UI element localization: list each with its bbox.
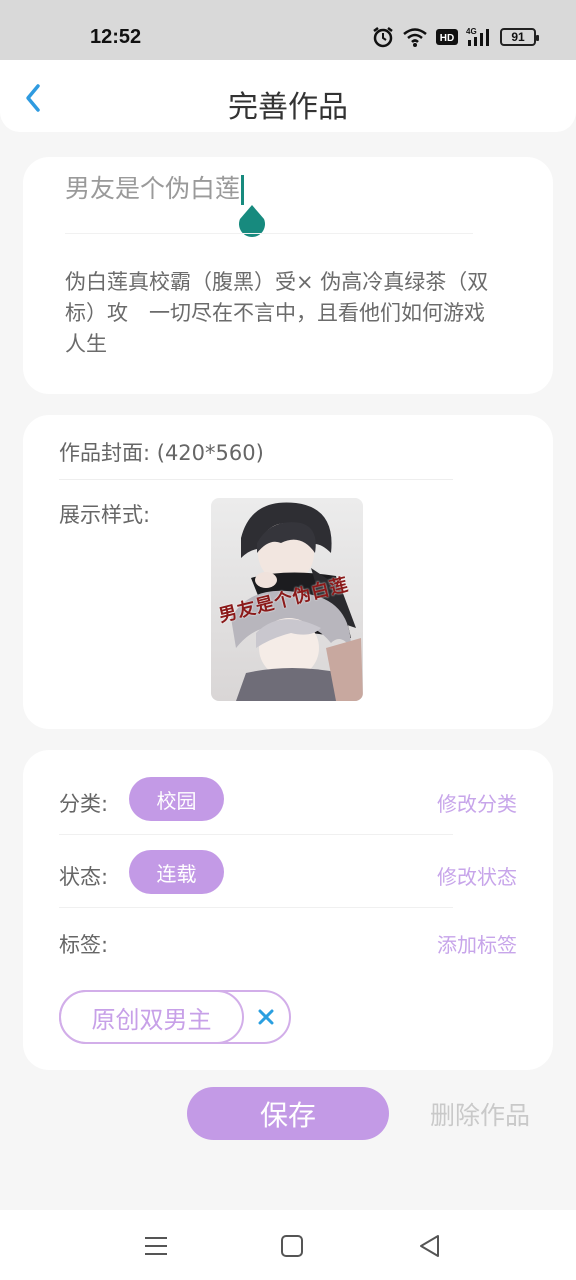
text-caret <box>241 175 245 205</box>
close-icon <box>258 1009 274 1025</box>
back-triangle-icon[interactable] <box>416 1232 444 1260</box>
header: 完善作品 <box>0 60 576 132</box>
status-icons: HD 4G 91 <box>372 26 539 48</box>
page-title: 完善作品 <box>228 90 348 125</box>
status-time: 12:52 <box>90 26 142 48</box>
svg-text:HD: HD <box>440 33 454 44</box>
menu-icon[interactable] <box>142 1232 170 1260</box>
wifi-icon <box>403 28 427 47</box>
cover-image[interactable]: 男友是个伪白莲 <box>211 498 363 701</box>
remove-tag-button[interactable] <box>244 992 288 1042</box>
edit-status-button[interactable]: 修改状态 <box>437 861 517 890</box>
save-button[interactable]: 保存 <box>187 1087 389 1140</box>
system-nav-bar <box>0 1210 576 1280</box>
tag-chip: 原创双男主 <box>59 990 291 1044</box>
battery-icon: 91 <box>500 28 539 46</box>
tag-label: 原创双男主 <box>59 990 244 1044</box>
home-icon[interactable] <box>278 1232 306 1260</box>
divider <box>59 834 453 835</box>
category-label: 分类: <box>59 792 109 816</box>
divider <box>59 907 453 908</box>
work-title-input[interactable]: 男友是个伪白莲 <box>65 169 485 209</box>
status-label: 状态: <box>59 865 109 889</box>
work-info-card: 男友是个伪白莲 伪白莲真校霸（腹黑）受× 伪高冷真绿茶（双标）攻 一切尽在不言中… <box>23 157 553 394</box>
hd-icon: HD <box>436 29 458 45</box>
svg-text:4G: 4G <box>466 27 477 36</box>
divider <box>59 479 453 480</box>
meta-card: 分类: 校园 修改分类 状态: 连载 修改状态 标签: 添加标签 原创双男主 <box>23 750 553 1070</box>
status-pill: 连载 <box>129 850 224 894</box>
display-style-label: 展示样式: <box>59 503 151 527</box>
tags-label: 标签: <box>59 933 109 957</box>
alarm-icon <box>373 27 393 48</box>
edit-category-button[interactable]: 修改分类 <box>437 788 517 817</box>
divider <box>65 233 473 234</box>
work-synopsis-input[interactable]: 伪白莲真校霸（腹黑）受× 伪高冷真绿茶（双标）攻 一切尽在不言中，且看他们如何游… <box>65 267 505 360</box>
cover-card: 作品封面: (420*560) 展示样式: 男友是个伪白莲 <box>23 415 553 729</box>
status-bar: 12:52 HD 4G 91 <box>0 0 576 60</box>
work-title-text: 男友是个伪白莲 <box>65 174 241 203</box>
category-pill: 校园 <box>129 777 224 821</box>
cover-label: 作品封面: (420*560) <box>59 441 264 465</box>
add-tag-button[interactable]: 添加标签 <box>437 929 517 958</box>
signal-4g-icon: 4G <box>466 27 489 46</box>
delete-work-button[interactable]: 删除作品 <box>430 1096 530 1132</box>
